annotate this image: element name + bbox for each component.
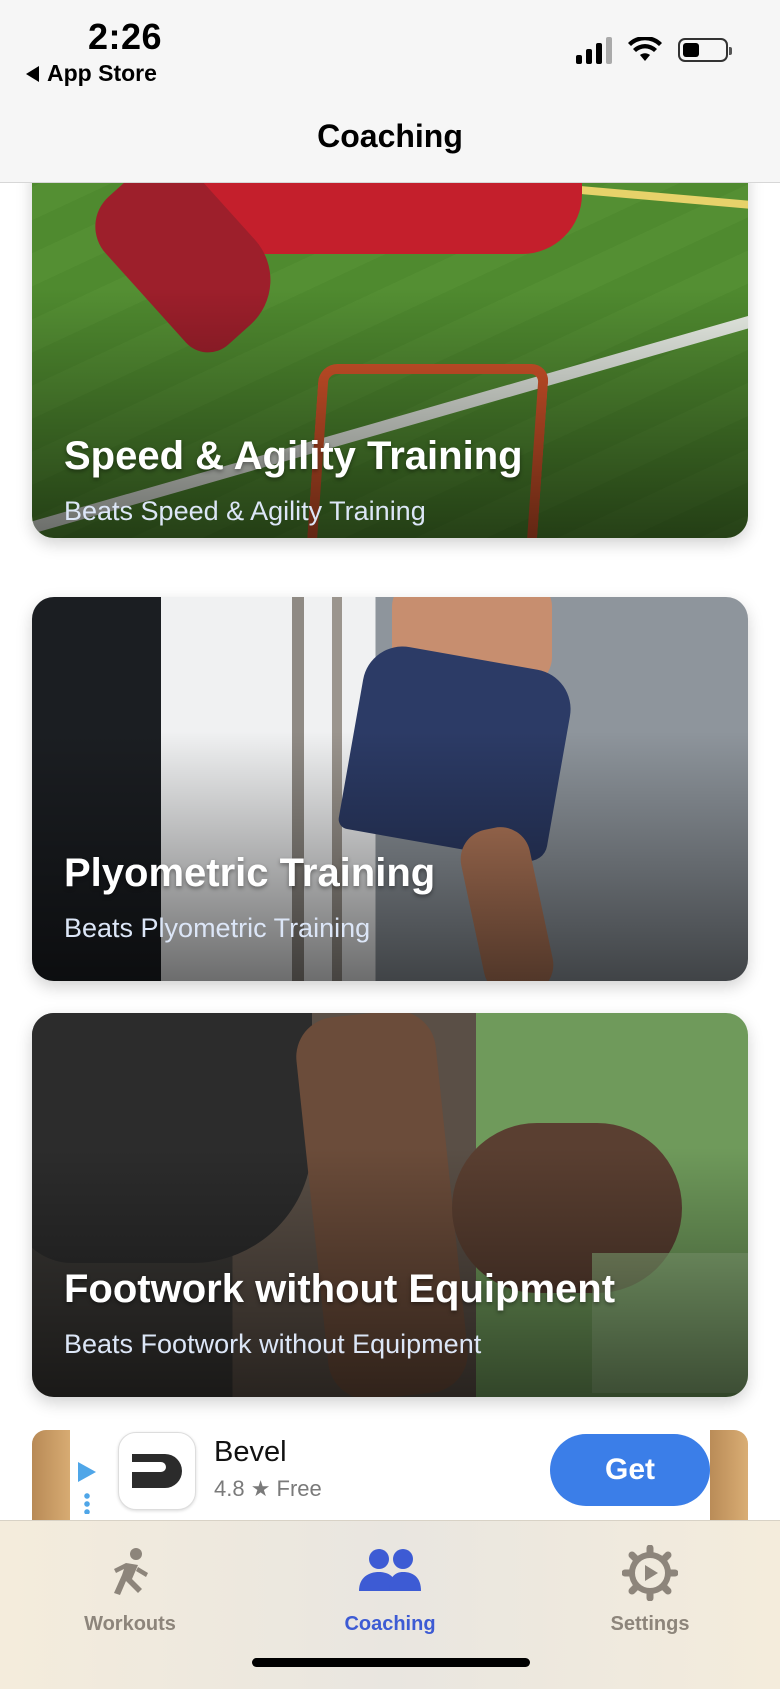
status-time: 2:26 <box>88 16 163 57</box>
ad-more-icon[interactable] <box>84 1492 90 1514</box>
wifi-icon <box>628 37 662 61</box>
card-peek-right <box>708 1430 748 1522</box>
card-plyometric[interactable]: Plyometric Training Beats Plyometric Tra… <box>32 597 748 981</box>
people-icon <box>359 1549 421 1591</box>
card-subtitle: Beats Footwork without Equipment <box>64 1329 482 1359</box>
navigation-header: 2:26 App Store Coaching <box>0 0 780 183</box>
card-peek-left <box>32 1430 72 1522</box>
ad-banner[interactable]: Bevel 4.8 ★ Free Get <box>70 1422 710 1522</box>
home-indicator <box>252 1658 530 1667</box>
runner-icon <box>114 1548 148 1595</box>
card-shade <box>32 154 748 538</box>
tab-label: Coaching <box>344 1613 436 1635</box>
card-subtitle: Beats Plyometric Training <box>64 913 371 943</box>
card-title: Plyometric Training <box>64 851 436 895</box>
cellular-signal-icon <box>576 36 612 64</box>
page-title: Coaching <box>317 118 463 154</box>
coaching-list: Speed & Agility Training Beats Speed & A… <box>0 0 780 1688</box>
battery-icon <box>678 38 732 62</box>
ad-rating: 4.8 ★ Free <box>214 1476 322 1501</box>
back-arrow-icon <box>26 65 39 82</box>
back-to-app-store[interactable]: App Store <box>26 60 157 87</box>
tab-coaching[interactable]: Coaching <box>300 1531 480 1641</box>
card-subtitle: Beats Speed & Agility Training <box>64 496 426 526</box>
tab-workouts[interactable]: Workouts <box>40 1531 220 1641</box>
card-speed-agility[interactable]: Speed & Agility Training Beats Speed & A… <box>32 154 748 538</box>
ad-app-name: Bevel <box>214 1436 287 1468</box>
app-icon <box>118 1432 196 1510</box>
card-title: Speed & Agility Training <box>64 434 523 478</box>
get-button[interactable]: Get <box>550 1434 710 1506</box>
card-footwork[interactable]: Footwork without Equipment Beats Footwor… <box>32 1013 748 1397</box>
tab-label: Settings <box>610 1613 690 1635</box>
tab-label: Workouts <box>84 1613 176 1635</box>
gear-icon <box>622 1545 678 1601</box>
bevel-logo-icon <box>132 1454 182 1488</box>
card-title: Footwork without Equipment <box>64 1267 616 1311</box>
back-label: App Store <box>47 60 157 86</box>
status-icons <box>576 36 732 64</box>
tab-settings[interactable]: Settings <box>560 1531 740 1641</box>
ad-choices-icon[interactable] <box>78 1462 96 1482</box>
